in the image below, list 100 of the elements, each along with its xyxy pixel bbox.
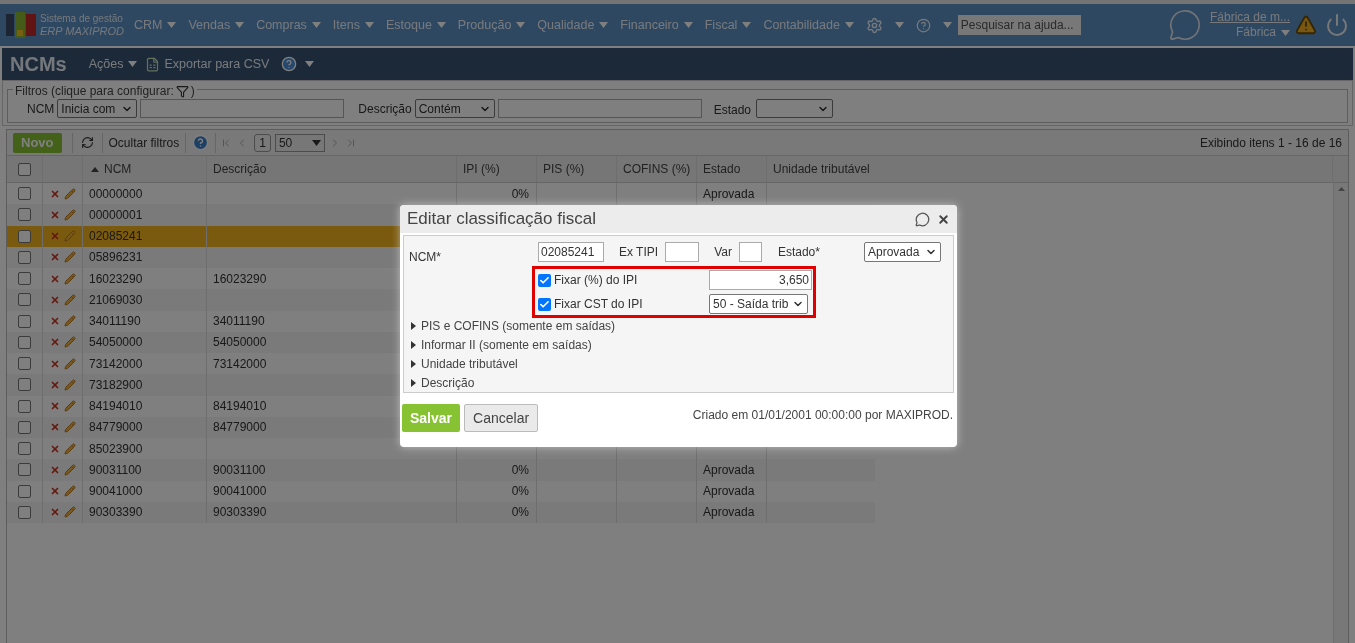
delete-icon[interactable] (49, 188, 60, 199)
warning-icon[interactable] (1295, 14, 1317, 36)
export-button[interactable]: Exportar para CSV (164, 54, 270, 74)
column-header[interactable]: Estado (703, 160, 741, 178)
menu-item[interactable]: Qualidade (537, 15, 609, 35)
menu-item[interactable]: Itens (332, 15, 374, 35)
column-header[interactable]: Descrição (213, 160, 267, 178)
actions-menu[interactable]: Ações (88, 54, 138, 74)
hide-filters-button[interactable]: Ocultar filtros (108, 133, 180, 152)
save-button[interactable]: Salvar (402, 404, 461, 432)
menu-item[interactable]: Contabilidade (763, 15, 854, 35)
ncm-field[interactable]: 02085241 (538, 242, 604, 262)
delete-icon[interactable] (49, 401, 60, 412)
delete-icon[interactable] (49, 358, 60, 369)
checkbox[interactable] (18, 208, 31, 222)
column-header[interactable]: COFINS (%) (623, 160, 691, 178)
table-row[interactable]: 90303390 90303390 0% Aprovada (7, 501, 875, 523)
collapsible-section[interactable]: Unidade tributável (411, 356, 616, 372)
checkbox[interactable] (538, 297, 551, 311)
delete-icon[interactable] (49, 422, 60, 433)
close-icon[interactable] (937, 212, 950, 226)
delete-icon[interactable] (49, 507, 60, 518)
checkbox[interactable] (18, 463, 31, 477)
filter-input[interactable] (497, 99, 702, 118)
delete-icon[interactable] (49, 294, 60, 305)
checkbox[interactable] (18, 378, 31, 392)
page-number[interactable]: 1 (254, 133, 271, 152)
edit-icon[interactable] (63, 293, 76, 306)
checkbox[interactable] (18, 442, 31, 456)
checkbox[interactable] (18, 187, 31, 201)
settings-icon[interactable] (865, 16, 883, 34)
checkbox[interactable] (18, 357, 31, 371)
column-header[interactable]: PIS (%) (543, 160, 585, 178)
column-header[interactable]: IPI (%) (463, 160, 500, 178)
menu-item[interactable]: Estoque (385, 15, 446, 35)
delete-icon[interactable] (49, 337, 60, 348)
checkbox[interactable] (18, 162, 31, 176)
edit-icon[interactable] (63, 421, 76, 434)
edit-icon[interactable] (63, 230, 76, 243)
delete-icon[interactable] (49, 464, 60, 475)
edit-icon[interactable] (63, 378, 76, 391)
checkbox[interactable] (18, 420, 31, 434)
help-icon[interactable] (915, 17, 931, 33)
menu-item[interactable]: Fiscal (704, 15, 752, 35)
menu-item[interactable]: Financeiro (620, 15, 693, 35)
edit-icon[interactable] (63, 485, 76, 498)
menu-item[interactable]: Produção (457, 15, 526, 35)
table-row[interactable]: 90031100 90031100 0% Aprovada (7, 459, 875, 481)
estado-select[interactable]: Aprovada (863, 242, 941, 262)
checkbox[interactable] (18, 335, 31, 349)
refresh-icon[interactable] (80, 136, 94, 149)
edit-icon[interactable] (63, 272, 76, 285)
edit-icon[interactable] (63, 251, 76, 264)
edit-icon[interactable] (63, 442, 76, 455)
menu-item[interactable]: Vendas (188, 15, 245, 35)
delete-icon[interactable] (49, 273, 60, 284)
role-dropdown[interactable]: Fábrica (1236, 25, 1290, 40)
delete-icon[interactable] (49, 443, 60, 454)
checkbox[interactable] (538, 273, 551, 287)
collapsible-section[interactable]: PIS e COFINS (somente em saídas) (411, 318, 616, 334)
edit-icon[interactable] (63, 506, 76, 519)
edit-icon[interactable] (63, 357, 76, 370)
filter-icon[interactable] (175, 84, 189, 98)
checkbox[interactable] (18, 484, 31, 498)
operator-select[interactable]: Inicia com (57, 99, 138, 118)
checkbox[interactable] (18, 399, 31, 413)
filter-input[interactable] (140, 99, 345, 118)
company-link[interactable]: Fábrica de m... (1209, 10, 1290, 25)
column-header[interactable]: Unidade tributável (773, 160, 870, 178)
edit-icon[interactable] (63, 463, 76, 476)
cancel-button[interactable]: Cancelar (464, 404, 539, 432)
help-search-field[interactable]: Pesquisar na ajuda... (957, 15, 1081, 35)
checkbox[interactable] (18, 229, 31, 243)
scrollbar[interactable] (1333, 183, 1348, 643)
column-header[interactable]: NCM (104, 160, 132, 178)
checkbox[interactable] (18, 272, 31, 286)
checkbox[interactable] (18, 250, 31, 264)
var-field[interactable] (738, 242, 762, 262)
ipi-rate-field[interactable]: 3,650 (709, 270, 812, 290)
operator-select[interactable]: Contém (414, 99, 495, 118)
delete-icon[interactable] (49, 486, 60, 497)
checkbox[interactable] (18, 293, 31, 307)
chat-icon[interactable] (1167, 8, 1202, 42)
cst-select[interactable]: 50 - Saída trib (709, 294, 808, 314)
delete-icon[interactable] (49, 252, 60, 263)
delete-icon[interactable] (49, 379, 60, 390)
checkbox[interactable] (18, 314, 31, 328)
delete-icon[interactable] (49, 316, 60, 327)
menu-item[interactable]: Compras (256, 15, 321, 35)
collapsible-section[interactable]: Descrição (411, 375, 616, 391)
checkbox[interactable] (18, 505, 31, 519)
edit-icon[interactable] (63, 187, 76, 200)
edit-icon[interactable] (63, 315, 76, 328)
collapsible-section[interactable]: Informar II (somente em saídas) (411, 337, 616, 353)
comment-icon[interactable] (915, 211, 930, 227)
edit-icon[interactable] (63, 208, 76, 221)
edit-icon[interactable] (63, 336, 76, 349)
page-size-select[interactable]: 50 (274, 133, 325, 152)
power-icon[interactable] (1325, 13, 1349, 37)
menu-item[interactable]: CRM (133, 15, 177, 35)
